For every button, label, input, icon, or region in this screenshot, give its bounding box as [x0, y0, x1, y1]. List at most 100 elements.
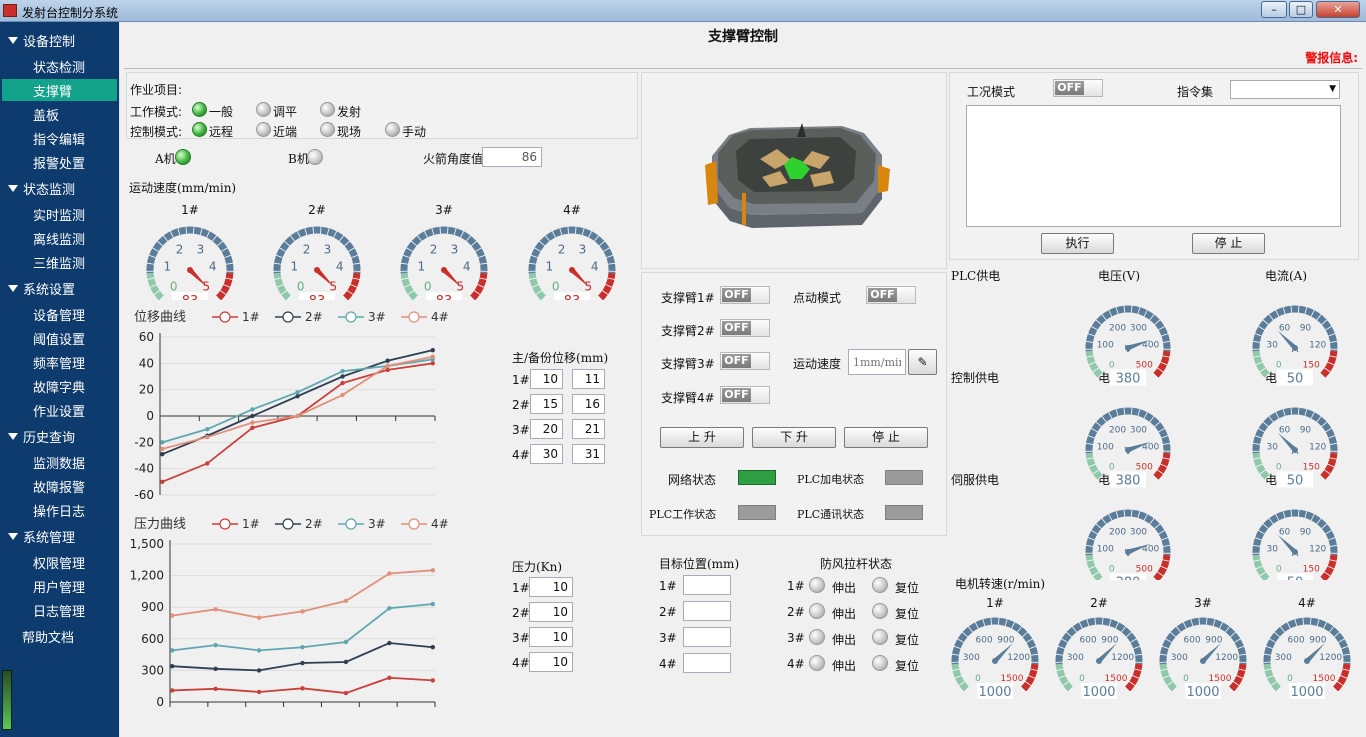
pressure-3[interactable]: 10 [529, 627, 573, 647]
pressure-2[interactable]: 10 [529, 602, 573, 622]
data-point [430, 568, 436, 573]
close-button[interactable]: ✕ [1316, 1, 1360, 18]
arm-1-toggle[interactable]: OFF [720, 286, 770, 304]
command-stop-button[interactable]: 停 止 [1192, 233, 1265, 254]
expand-icon [8, 36, 18, 44]
target-row-1-label: 1# [659, 579, 677, 593]
y-tick-label: -20 [134, 435, 154, 449]
edit-speed-button[interactable]: ✎ [908, 349, 937, 375]
windbar-2-reset-indicator [872, 603, 888, 619]
motor-gauge-2: 0 300 600 900 1200 15001000 [1055, 617, 1143, 700]
disp-main-2[interactable]: 15 [530, 394, 563, 414]
gauge-band [1319, 554, 1338, 580]
sidebar-item-support-arm[interactable]: 支撑臂 [2, 79, 117, 101]
sidebar-item-users[interactable]: 用户管理 [2, 575, 117, 597]
maximize-button[interactable]: □ [1289, 1, 1313, 18]
jog-mode-toggle[interactable]: OFF [866, 286, 916, 304]
disp-backup-2[interactable]: 16 [572, 394, 605, 414]
target-1-input[interactable] [683, 575, 731, 595]
gauge-tick-label: 300 [963, 653, 980, 663]
gauge-value: 83 [182, 294, 199, 300]
legend-label: 1# [242, 517, 260, 531]
target-3-input[interactable] [683, 627, 731, 647]
legend-item: 1# [212, 517, 260, 531]
sidebar-item-cover[interactable]: 盖板 [2, 103, 117, 125]
sidebar-item-frequency[interactable]: 频率管理 [2, 351, 117, 373]
y-tick-label: 900 [141, 600, 164, 614]
sidebar-item-device-mgmt[interactable]: 设备管理 [2, 303, 117, 325]
sidebar-item-log-mgmt[interactable]: 日志管理 [2, 599, 117, 621]
raise-button[interactable]: 上 升 [660, 427, 744, 448]
target-4-input[interactable] [683, 653, 731, 673]
minimize-button[interactable]: – [1261, 1, 1287, 18]
command-textarea[interactable] [966, 105, 1341, 227]
move-speed-input[interactable] [848, 349, 906, 375]
radio-work-normal[interactable] [192, 102, 207, 117]
radio-work-launch[interactable] [320, 102, 335, 117]
speed-gauges: 1#012345832#012345833#012345834#01234583 [146, 203, 616, 300]
sidebar-item-job-settings[interactable]: 作业设置 [2, 399, 117, 421]
expand-icon [8, 184, 18, 192]
data-point [430, 645, 436, 650]
disp-main-1[interactable]: 10 [530, 369, 563, 389]
radio-control-field[interactable] [320, 122, 335, 137]
disp-backup-1[interactable]: 11 [572, 369, 605, 389]
condition-mode-toggle[interactable]: OFF [1053, 79, 1103, 97]
arm-4-toggle[interactable]: OFF [720, 386, 770, 404]
sidebar-group-history[interactable]: 历史查询 [0, 425, 119, 447]
data-point [300, 686, 305, 691]
sidebar-item-command-edit[interactable]: 指令编辑 [2, 127, 117, 149]
target-2-input[interactable] [683, 601, 731, 621]
radio-work-leveling[interactable] [256, 102, 271, 117]
sidebar-item-help[interactable]: 帮助文档 [0, 625, 119, 647]
arm-2-toggle[interactable]: OFF [720, 319, 770, 337]
sidebar-group-system-mgmt[interactable]: 系统管理 [0, 525, 119, 547]
disp-main-3[interactable]: 20 [530, 419, 563, 439]
sidebar-item-fault-dict[interactable]: 故障字典 [2, 375, 117, 397]
model-view-panel [641, 72, 947, 269]
sidebar-group-status-monitor[interactable]: 状态监测 [0, 177, 119, 199]
arm-stop-button[interactable]: 停 止 [844, 427, 928, 448]
windbar-3-reset-label: 复位 [895, 633, 920, 647]
data-point [256, 689, 262, 695]
execute-button[interactable]: 执行 [1041, 233, 1114, 254]
sidebar-item-realtime[interactable]: 实时监测 [2, 203, 117, 225]
pressure-4[interactable]: 10 [529, 652, 573, 672]
sidebar-item-monitor-data[interactable]: 监测数据 [2, 451, 117, 473]
voltage-gauge-3: 0100200300400500V380 [1085, 509, 1171, 580]
network-status-indicator [738, 470, 776, 485]
sidebar-group-device-control[interactable]: 设备控制 [0, 29, 119, 51]
sidebar-item-status-check[interactable]: 状态检测 [2, 55, 117, 77]
radio-control-manual[interactable] [385, 122, 400, 137]
legend-label: 2# [305, 517, 323, 531]
speed-title: 运动速度(mm/min) [129, 181, 237, 195]
sidebar-item-alarm-handling[interactable]: 报警处置 [2, 151, 117, 173]
disp-backup-4[interactable]: 31 [572, 444, 605, 464]
sidebar-item-fault-alarm[interactable]: 故障报警 [2, 475, 117, 497]
sidebar-item-threshold[interactable]: 阈值设置 [2, 327, 117, 349]
gauge-tick-label: 4 [336, 259, 344, 273]
gauge-band [215, 272, 234, 300]
sidebar-item-operation-log[interactable]: 操作日志 [2, 499, 117, 521]
sidebar-group-system-settings[interactable]: 系统设置 [0, 277, 119, 299]
sidebar-item-offline[interactable]: 离线监测 [2, 227, 117, 249]
arm-3-toggle[interactable]: OFF [720, 352, 770, 370]
gauge-value: 83 [436, 294, 453, 300]
gauge-tick-label: 90 [1300, 324, 1312, 334]
app-icon [3, 4, 17, 17]
data-point [160, 440, 165, 445]
windbar-row-2-label: 2# [787, 605, 805, 619]
disp-backup-3[interactable]: 21 [572, 419, 605, 439]
radio-control-near[interactable] [256, 122, 271, 137]
rocket-angle-field[interactable]: 86 [482, 147, 542, 167]
plc-work-status-indicator [738, 505, 776, 520]
radio-control-remote[interactable] [192, 122, 207, 137]
disp-main-4[interactable]: 30 [530, 444, 563, 464]
legend-label: 3# [368, 517, 386, 531]
sidebar-item-permissions[interactable]: 权限管理 [2, 551, 117, 573]
sidebar-item-3d[interactable]: 三维监测 [2, 251, 117, 273]
pressure-1[interactable]: 10 [529, 577, 573, 597]
lower-button[interactable]: 下 升 [752, 427, 836, 448]
gauge-tick-label: 1 [290, 259, 298, 273]
command-set-select[interactable]: ▼ [1230, 80, 1340, 99]
